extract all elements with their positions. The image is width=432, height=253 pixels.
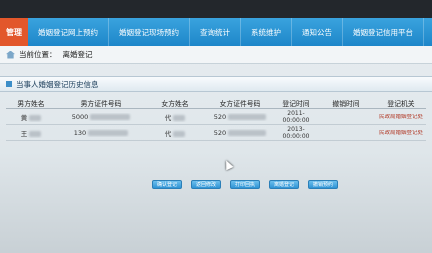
female-name: 代 <box>164 113 172 122</box>
nav-item-statistics[interactable]: 查询统计 <box>190 18 241 46</box>
female-id: 520 <box>213 128 227 137</box>
redaction <box>90 113 131 120</box>
redaction <box>173 114 186 121</box>
reg-date: 2011- <box>287 109 305 117</box>
male-id-cell: 5000 <box>56 113 146 121</box>
female-id: 520 <box>213 112 227 121</box>
history-table: 男方姓名 男方证件号码 女方姓名 女方证件号码 登记时间 撤销时间 登记机关 黄… <box>6 97 426 141</box>
home-icon <box>6 50 15 59</box>
table-row[interactable]: 黄 5000 代 520 2011- 00:00:00 民政局婚姻登记处 <box>6 109 426 125</box>
male-name: 王 <box>20 129 28 138</box>
reg-time-cell: 2013- 00:00:00 <box>276 126 316 140</box>
nav-item-credit[interactable]: 婚姻登记信用平台 <box>343 18 424 46</box>
breadcrumb: 当前位置： 离婚登记 <box>0 46 432 64</box>
redaction <box>228 113 267 120</box>
panel-header: 当事人婚姻登记历史信息 <box>0 76 432 92</box>
female-id-cell: 520 <box>204 113 276 121</box>
nav-item-online-booking[interactable]: 婚姻登记网上预约 <box>28 18 109 46</box>
male-name-cell: 王 <box>6 128 56 138</box>
reg-time-cell: 2011- 00:00:00 <box>276 110 316 124</box>
cancel-booking-button[interactable]: 撤销预约 <box>308 180 338 189</box>
brand-tab[interactable]: 管理 <box>0 18 28 46</box>
reg-time: 00:00:00 <box>282 116 310 124</box>
redaction <box>173 130 186 137</box>
redaction <box>228 129 267 136</box>
col-reg-time: 登记时间 <box>282 99 310 108</box>
panel-icon <box>6 81 12 87</box>
nav-item-notices[interactable]: 通知公告 <box>292 18 343 46</box>
female-name-cell: 代 <box>146 112 204 122</box>
female-name-cell: 代 <box>146 128 204 138</box>
redaction <box>29 114 42 121</box>
action-buttons: 确认登记 返回修改 打印回执 离婚登记 撤销预约 <box>152 180 338 189</box>
female-id-cell: 520 <box>204 129 276 137</box>
print-receipt-button[interactable]: 打印回执 <box>230 180 260 189</box>
reg-org: 民政局婚姻登记处 <box>378 113 423 120</box>
col-male-name: 男方姓名 <box>17 99 45 108</box>
top-nav: 管理 婚姻登记网上预约 婚姻登记现场预约 查询统计 系统维护 通知公告 婚姻登记… <box>0 18 432 46</box>
col-female-name: 女方姓名 <box>161 99 189 108</box>
location-label: 当前位置： <box>19 50 57 59</box>
male-name-cell: 黄 <box>6 112 56 122</box>
col-cancel-time: 撤销时间 <box>332 99 360 108</box>
divorce-registration-button[interactable]: 离婚登记 <box>269 180 299 189</box>
mouse-cursor-icon <box>222 158 234 171</box>
male-id-cell: 130 <box>56 129 146 137</box>
reg-date: 2013- <box>287 125 305 133</box>
panel-title: 当事人婚姻登记历史信息 <box>16 79 99 89</box>
male-id: 5000 <box>71 112 89 121</box>
location-value: 离婚登记 <box>62 50 93 59</box>
col-male-id: 男方证件号码 <box>80 99 122 108</box>
table-row[interactable]: 王 130 代 520 2013- 00:00:00 民政局婚姻登记处 <box>6 125 426 141</box>
male-name: 黄 <box>20 113 28 122</box>
female-name: 代 <box>164 129 172 138</box>
col-female-id: 女方证件号码 <box>219 99 261 108</box>
col-reg-org: 登记机关 <box>387 99 415 108</box>
table-header: 男方姓名 男方证件号码 女方姓名 女方证件号码 登记时间 撤销时间 登记机关 <box>6 97 426 109</box>
confirm-registration-button[interactable]: 确认登记 <box>152 180 182 189</box>
nav-item-onsite-booking[interactable]: 婚姻登记现场预约 <box>109 18 190 46</box>
reg-time: 00:00:00 <box>282 132 310 140</box>
male-id: 130 <box>73 128 87 137</box>
redaction <box>88 129 129 136</box>
screen: 管理 婚姻登记网上预约 婚姻登记现场预约 查询统计 系统维护 通知公告 婚姻登记… <box>0 0 432 253</box>
redaction <box>29 130 42 137</box>
back-edit-button[interactable]: 返回修改 <box>191 180 221 189</box>
reg-org: 民政局婚姻登记处 <box>378 129 423 136</box>
window-top-bezel <box>0 0 432 18</box>
nav-item-system[interactable]: 系统维护 <box>241 18 292 46</box>
